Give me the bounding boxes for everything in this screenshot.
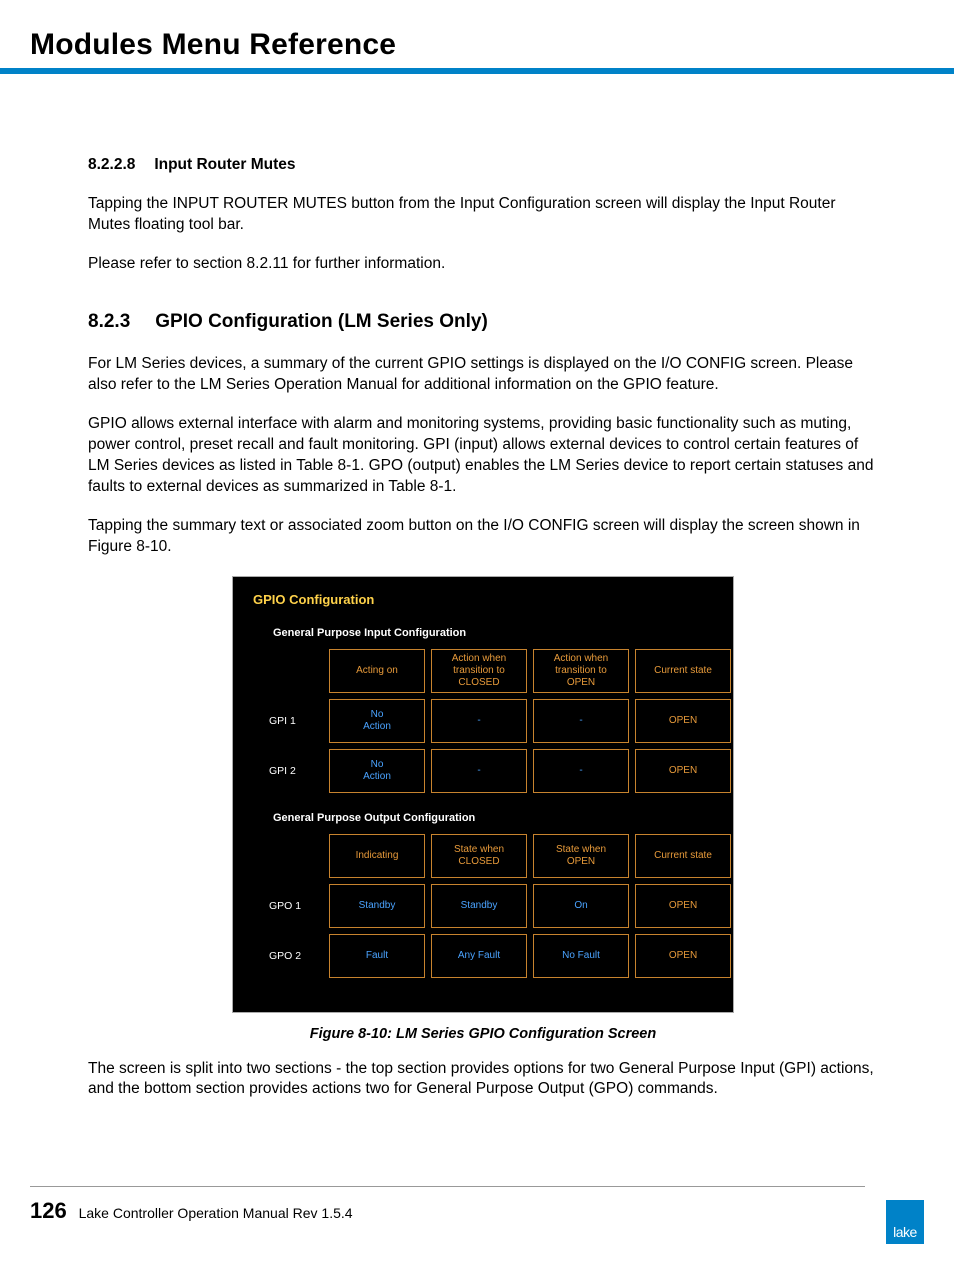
gpio-value: Fault bbox=[329, 934, 425, 978]
gpio-col-header: Indicating bbox=[329, 834, 425, 878]
spacer bbox=[265, 649, 323, 693]
gpio-value: No Fault bbox=[533, 934, 629, 978]
figure-caption: Figure 8-10: LM Series GPIO Configuratio… bbox=[232, 1025, 734, 1045]
paragraph: Please refer to section 8.2.11 for furth… bbox=[88, 254, 878, 275]
gpio-value: No Action bbox=[329, 749, 425, 793]
gpio-panel: GPIO Configuration General Purpose Input… bbox=[232, 576, 734, 1013]
gpio-value: - bbox=[533, 749, 629, 793]
gpio-col-header: State when OPEN bbox=[533, 834, 629, 878]
paragraph: For LM Series devices, a summary of the … bbox=[88, 354, 878, 396]
gpio-output-grid: Indicating State when CLOSED State when … bbox=[265, 834, 721, 978]
gpio-col-header: State when CLOSED bbox=[431, 834, 527, 878]
gpio-row-label: GPI 2 bbox=[265, 749, 323, 793]
gpio-input-grid: Acting on Action when transition to CLOS… bbox=[265, 649, 721, 793]
gpio-col-header: Acting on bbox=[329, 649, 425, 693]
gpio-col-header: Current state bbox=[635, 834, 731, 878]
gpio-panel-title: GPIO Configuration bbox=[253, 591, 721, 609]
logo-text: lake bbox=[893, 1224, 917, 1240]
title-rule bbox=[0, 68, 954, 74]
footer-rule bbox=[30, 1186, 865, 1187]
gpio-row-label: GPI 1 bbox=[265, 699, 323, 743]
subheading-8228: 8.2.2.8 Input Router Mutes bbox=[88, 155, 878, 176]
paragraph: GPIO allows external interface with alar… bbox=[88, 414, 878, 498]
gpio-state: OPEN bbox=[635, 699, 731, 743]
paragraph: Tapping the INPUT ROUTER MUTES button fr… bbox=[88, 194, 878, 236]
gpio-value: On bbox=[533, 884, 629, 928]
heading-text: GPIO Configuration (LM Series Only) bbox=[155, 311, 488, 332]
paragraph: The screen is split into two sections - … bbox=[88, 1059, 878, 1101]
spacer bbox=[265, 834, 323, 878]
heading-number: 8.2.3 bbox=[88, 309, 150, 335]
page-number: 126 bbox=[30, 1198, 67, 1223]
gpio-value: - bbox=[431, 749, 527, 793]
gpio-state: OPEN bbox=[635, 749, 731, 793]
gpio-value: - bbox=[533, 699, 629, 743]
gpio-value: No Action bbox=[329, 699, 425, 743]
gpio-col-header: Current state bbox=[635, 649, 731, 693]
gpio-state: OPEN bbox=[635, 884, 731, 928]
subheading-number: 8.2.2.8 bbox=[88, 155, 150, 176]
heading-823: 8.2.3 GPIO Configuration (LM Series Only… bbox=[88, 309, 878, 335]
gpio-value: Any Fault bbox=[431, 934, 527, 978]
gpio-state: OPEN bbox=[635, 934, 731, 978]
page-title: Modules Menu Reference bbox=[30, 28, 396, 62]
gpio-output-section-label: General Purpose Output Configuration bbox=[273, 811, 721, 826]
gpio-value: Standby bbox=[431, 884, 527, 928]
footer-text: Lake Controller Operation Manual Rev 1.5… bbox=[79, 1205, 353, 1221]
gpio-row-label: GPO 2 bbox=[265, 934, 323, 978]
content-body: 8.2.2.8 Input Router Mutes Tapping the I… bbox=[88, 155, 878, 1118]
figure-8-10: GPIO Configuration General Purpose Input… bbox=[232, 576, 734, 1045]
gpio-input-section-label: General Purpose Input Configuration bbox=[273, 626, 721, 641]
lake-logo: lake bbox=[886, 1200, 924, 1244]
gpio-value: Standby bbox=[329, 884, 425, 928]
gpio-col-header: Action when transition to CLOSED bbox=[431, 649, 527, 693]
paragraph: Tapping the summary text or associated z… bbox=[88, 516, 878, 558]
subheading-text: Input Router Mutes bbox=[154, 156, 295, 173]
footer: 126 Lake Controller Operation Manual Rev… bbox=[30, 1198, 353, 1224]
gpio-row-label: GPO 1 bbox=[265, 884, 323, 928]
gpio-col-header: Action when transition to OPEN bbox=[533, 649, 629, 693]
gpio-value: - bbox=[431, 699, 527, 743]
